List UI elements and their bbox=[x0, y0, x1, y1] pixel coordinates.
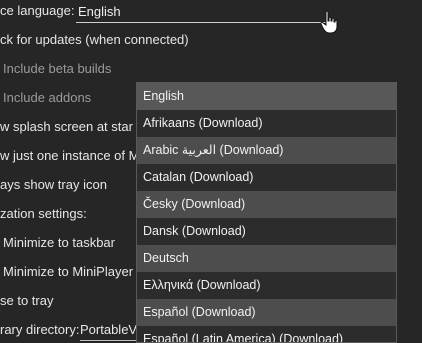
minimize-taskbar-option[interactable]: Minimize to taskbar bbox=[3, 233, 115, 253]
language-option[interactable]: Español (Download) bbox=[137, 299, 396, 326]
language-option[interactable]: Ελληνικά (Download) bbox=[137, 272, 396, 299]
language-label: ce language: bbox=[0, 3, 75, 18]
language-dropdown-list[interactable]: English Afrikaans (Download) Arabic العر… bbox=[136, 82, 397, 343]
include-addons-option[interactable]: Include addons bbox=[3, 88, 91, 108]
language-option[interactable]: Arabic العربية (Download) bbox=[137, 137, 396, 164]
library-directory-label: rary directory: bbox=[0, 322, 80, 337]
check-updates-option[interactable]: ck for updates (when connected) bbox=[0, 30, 189, 50]
library-directory-field[interactable]: PortableV bbox=[80, 320, 140, 341]
single-instance-option[interactable]: w just one instance of M bbox=[0, 146, 139, 166]
splash-screen-option[interactable]: w splash screen at star bbox=[0, 117, 133, 137]
language-option[interactable]: Español (Latin America) (Download) bbox=[137, 326, 396, 342]
language-option[interactable]: Česky (Download) bbox=[137, 191, 396, 218]
minimize-miniplayer-option[interactable]: Minimize to MiniPlayer bbox=[3, 262, 133, 282]
hand-cursor-icon bbox=[320, 10, 338, 34]
language-option[interactable]: Catalan (Download) bbox=[137, 164, 396, 191]
language-option[interactable]: Deutsch bbox=[137, 245, 396, 272]
tray-icon-option[interactable]: ays show tray icon bbox=[0, 175, 107, 195]
minimization-settings-label: zation settings: bbox=[0, 206, 87, 221]
language-option[interactable]: English bbox=[137, 83, 396, 110]
language-option[interactable]: Afrikaans (Download) bbox=[137, 110, 396, 137]
include-beta-option[interactable]: Include beta builds bbox=[3, 59, 111, 79]
language-option[interactable]: Dansk (Download) bbox=[137, 218, 396, 245]
close-tray-option[interactable]: se to tray bbox=[0, 291, 53, 311]
language-select[interactable]: English bbox=[76, 2, 336, 23]
